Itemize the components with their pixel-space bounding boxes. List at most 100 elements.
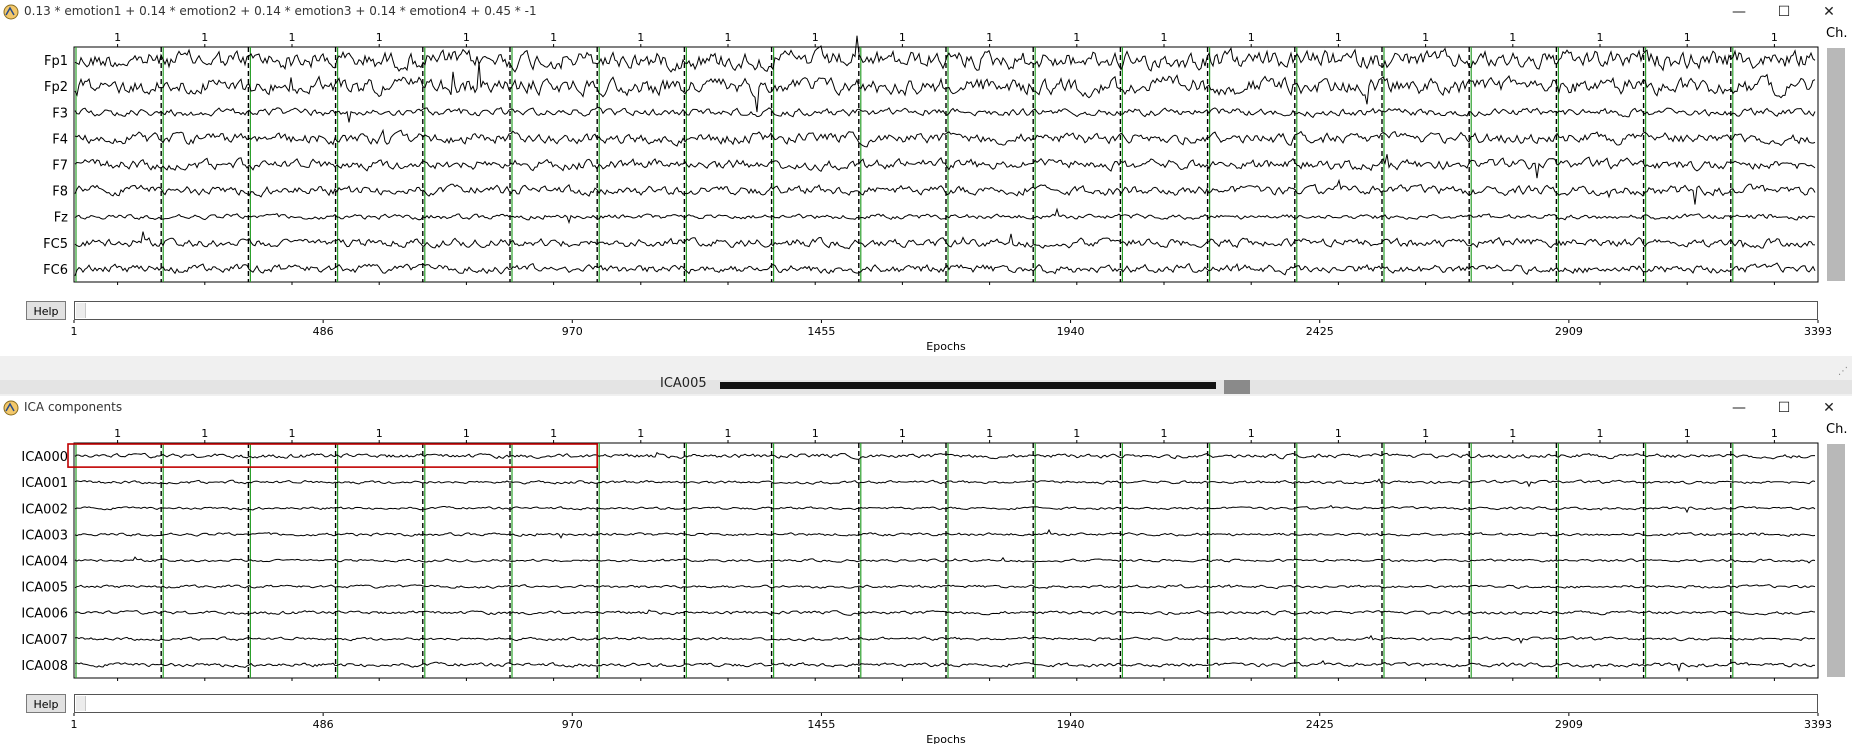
top-tick-label: 1: [1684, 427, 1691, 440]
channel-label: ICA008: [21, 659, 68, 674]
resize-grip-icon[interactable]: ⋰: [1838, 366, 1848, 377]
top-tick-label: 1: [114, 31, 121, 44]
slider-tick-label: 1940: [1057, 718, 1085, 731]
slider-tick-label: 1: [71, 325, 78, 338]
minimize-button[interactable]: —: [1725, 398, 1753, 418]
channel-scroll-label: Ch.: [1826, 422, 1848, 437]
slider-tick-label: 2425: [1306, 325, 1334, 338]
slider-tick-label: 486: [313, 325, 334, 338]
top-tick-label: 1: [289, 427, 296, 440]
top-tick-label: 1: [1335, 31, 1342, 44]
channel-label: Fp1: [44, 54, 68, 69]
top-tick-label: 1: [376, 427, 383, 440]
top-tick-label: 1: [637, 31, 644, 44]
top-tick-label: 1: [114, 427, 121, 440]
background-scroll-handle[interactable]: [1224, 380, 1250, 394]
eeg-channel-plot[interactable]: Fp1Fp2F3F4F7F8FzFC5FC6111213141516171819…: [0, 24, 1852, 286]
close-button[interactable]: ✕: [1815, 398, 1843, 418]
epoch-slider-handle[interactable]: [76, 696, 86, 711]
maximize-button[interactable]: ☐: [1770, 2, 1798, 22]
app-icon: [3, 4, 19, 20]
title-bar[interactable]: 0.13 * emotion1 + 0.14 * emotion2 + 0.14…: [0, 0, 1852, 24]
top-tick-label: 1: [1161, 31, 1168, 44]
top-tick-label: 1: [201, 31, 208, 44]
background-window-strip: ICA005 ⋰: [0, 356, 1852, 396]
channel-scrollbar[interactable]: [1827, 48, 1845, 281]
help-button[interactable]: Help: [26, 301, 66, 320]
channel-label: ICA007: [21, 633, 68, 648]
channel-label: ICA005: [21, 581, 68, 596]
channel-label: ICA003: [21, 528, 68, 543]
channel-label: ICA004: [21, 555, 68, 570]
ica-component-plot[interactable]: ICA000 ICA001 ICA002 ICA003 ICA004 ICA005 ICA0…: [0, 420, 1852, 682]
slider-tick-label: 2909: [1555, 325, 1583, 338]
slider-tick-label: 970: [562, 325, 583, 338]
title-bar[interactable]: ICA components — ☐ ✕: [0, 396, 1852, 420]
epoch-slider-handle[interactable]: [76, 303, 86, 318]
slider-tick-label: 1455: [807, 718, 835, 731]
channel-label: ICA000: [21, 450, 68, 465]
channel-label: Fz: [54, 211, 68, 226]
top-tick-label: 1: [463, 427, 470, 440]
channel-scroll-label: Ch.: [1826, 26, 1848, 41]
slider-tick-label: 1: [71, 718, 78, 731]
eeg-browser-window: 0.13 * emotion1 + 0.14 * emotion2 + 0.14…: [0, 0, 1852, 356]
channel-label: F8: [52, 185, 68, 200]
top-tick-label: 1: [376, 31, 383, 44]
top-tick-label: 1: [986, 31, 993, 44]
minimize-button[interactable]: —: [1725, 2, 1753, 22]
slider-tick-label: 486: [313, 718, 334, 731]
top-tick-label: 1: [725, 427, 732, 440]
top-tick-label: 1: [1335, 427, 1342, 440]
channel-label: ICA002: [21, 502, 68, 517]
slider-tick-label: 3393: [1804, 325, 1832, 338]
top-tick-label: 1: [1422, 31, 1429, 44]
channel-label: ICA001: [21, 476, 68, 491]
epoch-slider[interactable]: [74, 301, 1818, 320]
top-tick-label: 1: [1771, 427, 1778, 440]
channel-label: Fp2: [44, 80, 68, 95]
background-trace: [720, 382, 1216, 389]
slider-tick-label: 2909: [1555, 718, 1583, 731]
top-tick-label: 1: [1073, 427, 1080, 440]
top-tick-label: 1: [1073, 31, 1080, 44]
background-channel-label: ICA005: [660, 376, 707, 391]
top-tick-label: 1: [1422, 427, 1429, 440]
top-tick-label: 1: [1509, 31, 1516, 44]
top-tick-label: 1: [1248, 427, 1255, 440]
slider-tick-label: 2425: [1306, 718, 1334, 731]
top-tick-label: 1: [1161, 427, 1168, 440]
top-tick-label: 1: [812, 427, 819, 440]
top-tick-label: 1: [550, 427, 557, 440]
channel-label: F3: [52, 106, 68, 121]
top-tick-label: 1: [201, 427, 208, 440]
epoch-slider[interactable]: [74, 694, 1818, 713]
top-tick-label: 1: [725, 31, 732, 44]
channel-label: ICA006: [21, 607, 68, 622]
window-title: ICA components: [24, 400, 123, 414]
close-button[interactable]: ✕: [1815, 2, 1843, 22]
maximize-button[interactable]: ☐: [1770, 398, 1798, 418]
top-tick-label: 1: [1597, 31, 1604, 44]
top-tick-label: 1: [986, 427, 993, 440]
channel-label: FC5: [43, 237, 68, 252]
window-title: 0.13 * emotion1 + 0.14 * emotion2 + 0.14…: [24, 4, 537, 18]
top-tick-label: 1: [899, 31, 906, 44]
top-tick-label: 1: [463, 31, 470, 44]
top-tick-label: 1: [1509, 427, 1516, 440]
app-icon: [3, 400, 19, 416]
channel-scrollbar[interactable]: [1827, 444, 1845, 677]
epoch-slider-axis: 1 486 970 1455 1940 2425 2909 3393 Epochs: [71, 320, 1832, 353]
epochs-axis-label: Epochs: [926, 733, 966, 744]
channel-label: FC6: [43, 263, 68, 278]
top-tick-label: 1: [1248, 31, 1255, 44]
epoch-slider-axis: 1 486 970 1455 1940 2425 2909 3393 Epochs: [71, 713, 1832, 744]
channel-label: F7: [52, 159, 68, 174]
epochs-axis-label: Epochs: [926, 340, 966, 353]
top-tick-label: 1: [550, 31, 557, 44]
top-tick-label: 1: [289, 31, 296, 44]
slider-tick-label: 970: [562, 718, 583, 731]
slider-tick-label: 3393: [1804, 718, 1832, 731]
help-button[interactable]: Help: [26, 694, 66, 713]
ica-components-window: ICA components — ☐ ✕ ICA000 ICA001 ICA002 I…: [0, 396, 1852, 744]
